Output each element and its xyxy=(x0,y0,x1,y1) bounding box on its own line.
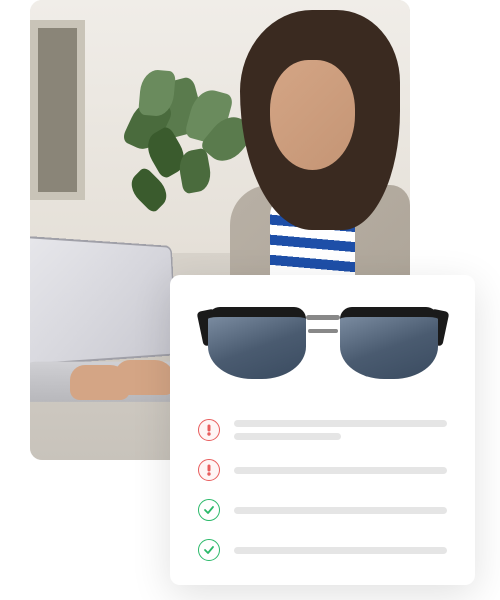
checkmark-icon xyxy=(198,499,220,521)
skeleton-text xyxy=(234,507,447,514)
checklist xyxy=(198,419,447,561)
warning-icon xyxy=(198,459,220,481)
product-checklist-card xyxy=(170,275,475,585)
photo-picture-frame xyxy=(30,20,85,200)
skeleton-text xyxy=(234,467,447,474)
skeleton-text xyxy=(234,547,447,554)
checklist-row xyxy=(198,459,447,481)
warning-icon xyxy=(198,419,220,441)
checklist-row xyxy=(198,419,447,441)
checkmark-icon xyxy=(198,539,220,561)
photo-hands xyxy=(70,360,170,410)
checklist-row xyxy=(198,499,447,521)
product-image xyxy=(198,299,447,399)
photo-laptop-screen xyxy=(30,235,177,367)
sunglasses-icon xyxy=(208,307,438,392)
checklist-row xyxy=(198,539,447,561)
skeleton-text xyxy=(234,420,447,440)
